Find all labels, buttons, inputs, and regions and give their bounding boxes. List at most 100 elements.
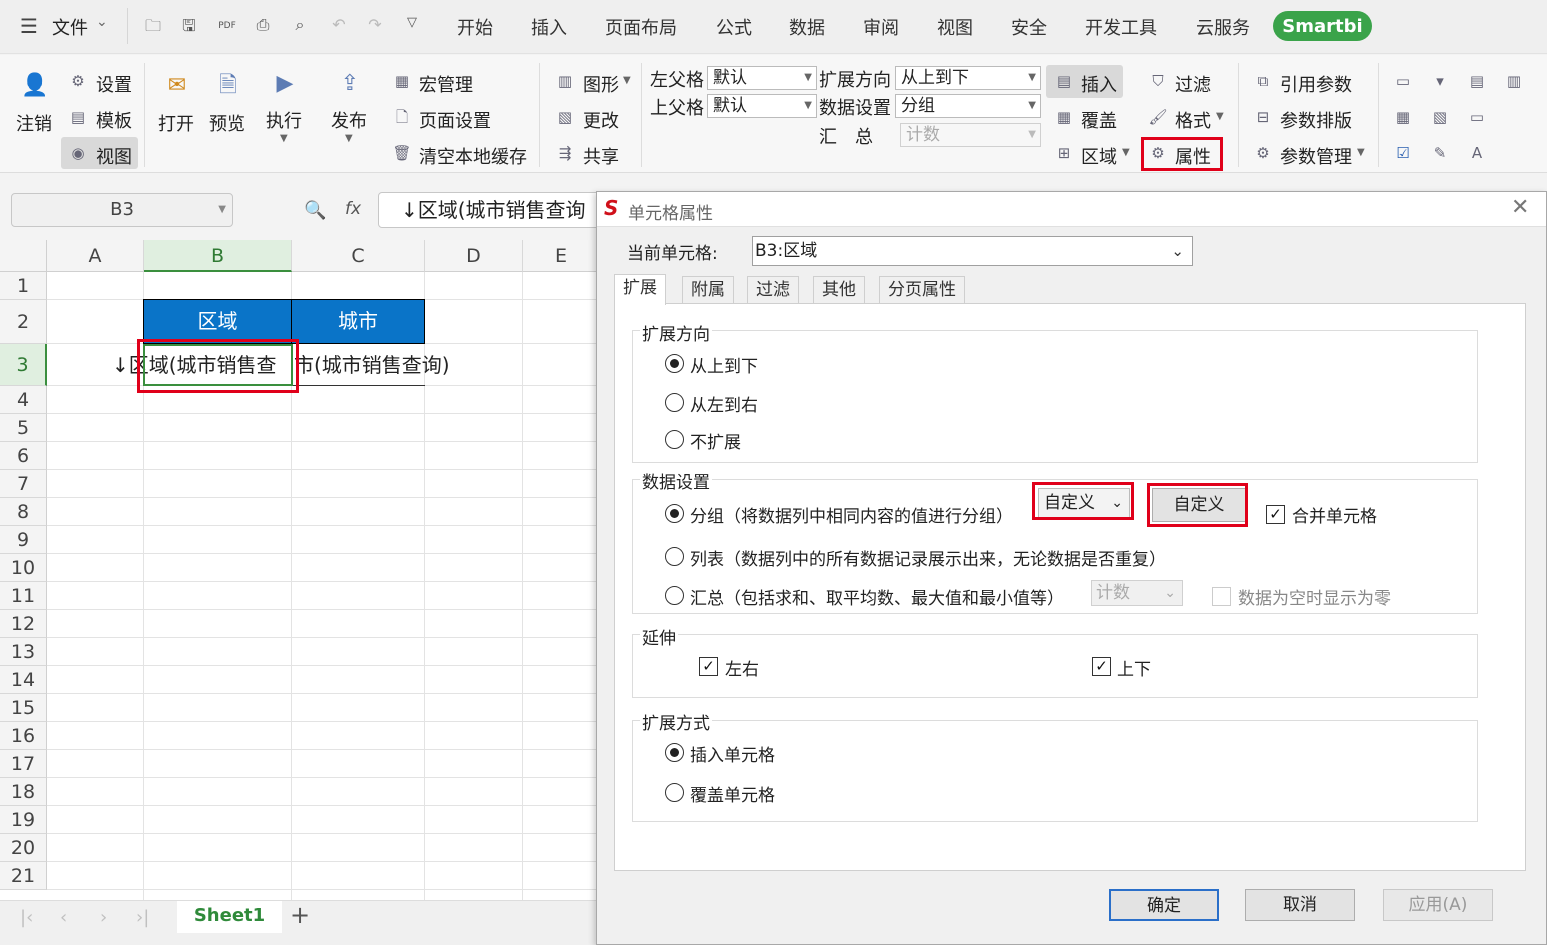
share-button[interactable]: 共享 <box>583 143 619 169</box>
column-header-e[interactable]: E <box>523 240 600 272</box>
chevron-down-icon[interactable]: ▼ <box>345 133 353 144</box>
template-button[interactable]: 模板 <box>96 107 132 133</box>
settings-button[interactable]: 设置 <box>96 71 132 97</box>
row-header-11[interactable]: 11 <box>0 582 47 610</box>
execute-button[interactable]: 执行 <box>266 107 302 133</box>
tab-expand[interactable]: 扩展 <box>614 274 666 305</box>
prev-sheet-icon[interactable]: ‹ <box>60 907 67 928</box>
list-widget-icon[interactable]: ▤ <box>1467 71 1487 91</box>
column-header-a[interactable]: A <box>47 240 144 272</box>
row-header-21[interactable]: 21 <box>0 862 47 890</box>
print-preview-icon[interactable]: ⌕ <box>291 15 309 37</box>
sheet-tab[interactable]: Sheet1 <box>177 901 282 933</box>
redo-icon[interactable]: ↷ <box>366 15 384 37</box>
tab-formula[interactable]: 公式 <box>716 14 752 40</box>
row-header-10[interactable]: 10 <box>0 554 47 582</box>
text-widget-icon[interactable]: A <box>1467 143 1487 163</box>
open-folder-icon[interactable]: 🗀 <box>144 15 162 37</box>
empty-zero-checkbox[interactable] <box>1212 587 1231 606</box>
add-sheet-icon[interactable]: + <box>290 901 310 929</box>
param-manage-button[interactable]: 参数管理 <box>1280 143 1352 169</box>
chevron-down-icon[interactable]: ▼ <box>1357 147 1365 158</box>
column-header-b[interactable]: B <box>144 240 292 272</box>
logout-icon[interactable]: 👤 <box>20 71 50 101</box>
region-button[interactable]: 区域 <box>1081 143 1117 169</box>
row-header-19[interactable]: 19 <box>0 806 47 834</box>
data-setting-select[interactable]: 分组 ▼ <box>895 94 1041 118</box>
row-header-5[interactable]: 5 <box>0 414 47 442</box>
tab-other[interactable]: 其他 <box>813 276 865 304</box>
next-sheet-icon[interactable]: › <box>100 907 107 928</box>
hamburger-icon[interactable]: ☰ <box>20 14 38 38</box>
tab-developer[interactable]: 开发工具 <box>1085 14 1157 40</box>
dropdown-widget-icon[interactable]: ▾ <box>1430 71 1450 91</box>
row-header-8[interactable]: 8 <box>0 498 47 526</box>
merge-cells-checkbox[interactable]: ✓ <box>1266 505 1285 524</box>
row-header-13[interactable]: 13 <box>0 638 47 666</box>
chevron-down-icon[interactable]: ▼ <box>280 133 288 144</box>
row-header-3[interactable]: 3 <box>0 344 47 386</box>
cell-b2[interactable]: 区域 <box>143 299 292 344</box>
tab-start[interactable]: 开始 <box>457 14 493 40</box>
tab-view[interactable]: 视图 <box>937 14 973 40</box>
last-sheet-icon[interactable]: ›| <box>136 907 149 928</box>
param-input-icon[interactable]: ▭ <box>1393 71 1413 91</box>
row-header-9[interactable]: 9 <box>0 526 47 554</box>
column-header-d[interactable]: D <box>425 240 523 272</box>
radio-left-to-right[interactable] <box>665 393 684 412</box>
radio-list[interactable] <box>665 547 684 566</box>
summary-select[interactable]: 计数 ⌄ <box>1091 580 1183 606</box>
row-header-17[interactable]: 17 <box>0 750 47 778</box>
fx-icon[interactable]: fx <box>345 199 361 219</box>
change-button[interactable]: 更改 <box>583 107 619 133</box>
cell-c2[interactable]: 城市 <box>291 299 425 344</box>
row-header-6[interactable]: 6 <box>0 442 47 470</box>
row-header-12[interactable]: 12 <box>0 610 47 638</box>
tab-review[interactable]: 审阅 <box>863 14 899 40</box>
cell-c3[interactable]: 市(城市销售查询) <box>294 346 484 384</box>
first-sheet-icon[interactable]: |‹ <box>20 907 33 928</box>
tab-attach[interactable]: 附属 <box>682 276 734 304</box>
radio-cover-cells[interactable] <box>665 783 684 802</box>
open-button[interactable]: 打开 <box>158 110 194 136</box>
row-header-2[interactable]: 2 <box>0 300 47 344</box>
chevron-down-icon[interactable]: ▼ <box>218 194 226 226</box>
row-header-20[interactable]: 20 <box>0 834 47 862</box>
chevron-down-icon[interactable]: ⌄ <box>96 14 108 30</box>
publish-button[interactable]: 发布 <box>331 107 367 133</box>
extend-ud-checkbox[interactable]: ✓ <box>1092 657 1111 676</box>
calendar-widget-icon[interactable]: ▧ <box>1430 107 1450 127</box>
tab-security[interactable]: 安全 <box>1011 14 1047 40</box>
radio-insert-cells[interactable] <box>665 743 684 762</box>
clear-cache-button[interactable]: 清空本地缓存 <box>419 143 527 169</box>
tab-data[interactable]: 数据 <box>789 14 825 40</box>
row-header-7[interactable]: 7 <box>0 470 47 498</box>
row-header-16[interactable]: 16 <box>0 722 47 750</box>
column-header-c[interactable]: C <box>292 240 425 272</box>
chart-button[interactable]: 图形 <box>583 71 619 97</box>
textbox-widget-icon[interactable]: ▭ <box>1467 107 1487 127</box>
edit-widget-icon[interactable]: ✎ <box>1430 143 1450 163</box>
tree-widget-icon[interactable]: ▥ <box>1504 71 1524 91</box>
row-header-1[interactable]: 1 <box>0 272 47 300</box>
param-layout-button[interactable]: 参数排版 <box>1280 107 1352 133</box>
undo-icon[interactable]: ↶ <box>330 15 348 37</box>
checkbox-widget-icon[interactable]: ☑ <box>1393 143 1413 163</box>
tab-cloud[interactable]: 云服务 <box>1196 14 1250 40</box>
apply-button[interactable]: 应用(A) <box>1383 889 1493 921</box>
tab-smartbi[interactable]: Smartbi <box>1273 11 1372 41</box>
pdf-icon[interactable]: PDF <box>218 15 236 37</box>
name-box[interactable]: B3 ▼ <box>11 193 233 227</box>
current-cell-select[interactable]: B3:区域 ⌄ <box>752 236 1193 266</box>
row-header-4[interactable]: 4 <box>0 386 47 414</box>
summary-select[interactable]: 计数 ▼ <box>900 123 1041 147</box>
row-header-15[interactable]: 15 <box>0 694 47 722</box>
expand-direction-select[interactable]: 从上到下 ▼ <box>895 66 1041 90</box>
select-all-corner[interactable] <box>0 240 47 272</box>
tab-page-props[interactable]: 分页属性 <box>879 276 965 304</box>
zoom-icon[interactable]: 🔍 <box>304 200 326 221</box>
filter-button[interactable]: 过滤 <box>1175 71 1211 97</box>
chevron-down-icon[interactable]: ▼ <box>1122 147 1130 158</box>
row-header-18[interactable]: 18 <box>0 778 47 806</box>
chevron-down-icon[interactable]: ▼ <box>623 75 631 86</box>
